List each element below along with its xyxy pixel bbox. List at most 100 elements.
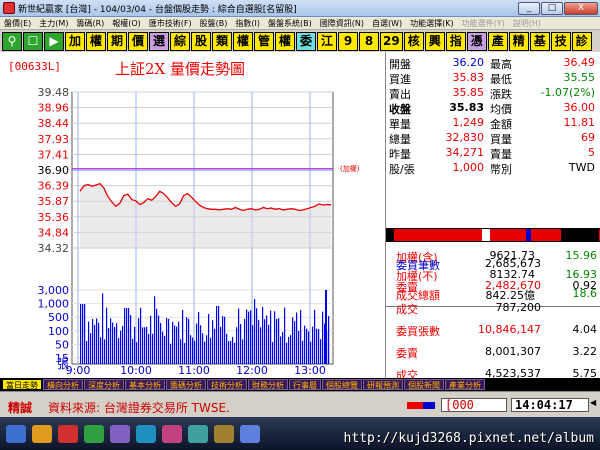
app-taskbar-icon[interactable]	[214, 425, 234, 443]
toolbar-button[interactable]: 綜	[170, 31, 190, 51]
volume-bar	[184, 343, 186, 364]
volume-bar	[262, 307, 264, 364]
menu-item[interactable]: 匯市技術(F)	[145, 18, 196, 29]
menu-item[interactable]: 籌碼(R)	[72, 18, 108, 29]
menu-item[interactable]: 股盤(B)	[196, 18, 232, 29]
order-stat-extra: 0.92	[572, 279, 598, 292]
toolbar-button[interactable]: 管	[254, 31, 274, 51]
analysis-tab[interactable]: 產業分析	[445, 379, 485, 390]
window-icon[interactable]: ☐	[23, 31, 43, 51]
analysis-tab[interactable]: 深度分析	[84, 379, 124, 390]
minimize-button[interactable]: _	[518, 1, 540, 15]
play-icon[interactable]: ▶	[44, 31, 64, 51]
toolbar-button[interactable]: 加	[65, 31, 85, 51]
toolbar-button[interactable]: 憑	[466, 31, 487, 51]
quote-label: 金額	[490, 118, 512, 131]
toolbar-button[interactable]: 29	[380, 31, 403, 51]
volume-bar	[152, 333, 154, 364]
volume-bar	[168, 318, 170, 364]
price-volume-chart: 39.48 38.96 38.44 37.93 37.41 36.90 36.39 35.87…	[38, 86, 334, 377]
app-taskbar-icon[interactable]	[58, 425, 78, 443]
order-stat-row: 委買筆數 2,685,673	[386, 255, 600, 273]
search-icon[interactable]: ⚲	[2, 31, 22, 51]
app-taskbar-icon[interactable]	[188, 425, 208, 443]
menu-item[interactable]: 報權(O)	[108, 18, 145, 29]
quote-row: 開盤 36.20 最高 36.49	[386, 56, 600, 71]
toolbar-button[interactable]: 9	[338, 31, 358, 51]
toolbar-button[interactable]: 核	[403, 31, 424, 51]
toolbar-button[interactable]: 權	[86, 31, 106, 51]
app-taskbar-icon[interactable]	[240, 425, 260, 443]
analysis-tab[interactable]: 橫向分析	[43, 379, 83, 390]
quote-value: -1.07(2%)	[540, 86, 596, 99]
toolbar-button[interactable]: 價	[128, 31, 148, 51]
stock-code[interactable]: [00633L]	[8, 60, 61, 73]
toolbar-button[interactable]: 股	[191, 31, 211, 51]
price-tick-label: 35.87	[38, 195, 70, 208]
app-taskbar-icon[interactable]	[110, 425, 130, 443]
volume-ratio-bar	[386, 228, 600, 242]
analysis-tab[interactable]: 技術分析	[207, 379, 247, 390]
toolbar-button[interactable]: 指	[445, 31, 466, 51]
quote-label: 股/張	[389, 163, 415, 176]
toolbar-button[interactable]: 產	[487, 31, 508, 51]
toolbar-button[interactable]: 江	[317, 31, 337, 51]
start-icon[interactable]	[6, 425, 26, 443]
toolbar-button[interactable]: 期	[107, 31, 127, 51]
command-input[interactable]: [000	[441, 398, 507, 412]
toolbar-button[interactable]: 診	[571, 31, 592, 51]
scroll-arrow-icon[interactable]: ◀	[590, 398, 598, 412]
toolbar-button[interactable]: 權	[275, 31, 295, 51]
menu-item[interactable]: 功能選件(Y)	[458, 18, 509, 29]
toolbar-button[interactable]: 類	[212, 31, 232, 51]
volume-bar	[314, 309, 316, 364]
app-taskbar-icon[interactable]	[84, 425, 104, 443]
volume-bar	[288, 337, 290, 364]
menu-item[interactable]: 指數(I)	[231, 18, 264, 29]
menu-item[interactable]: 盤價(E)	[0, 18, 35, 29]
quote-row: 賣出 35.85 漲跌 -1.07(2%)	[386, 86, 600, 101]
price-tick-label: 37.93	[38, 133, 70, 146]
analysis-tab[interactable]: 財務分析	[248, 379, 288, 390]
volume-bar	[84, 304, 86, 364]
toolbar-button[interactable]: 基	[529, 31, 550, 51]
analysis-tab[interactable]: 行事曆	[289, 379, 321, 390]
toolbar-button[interactable]: 選	[149, 31, 169, 51]
close-button[interactable]: X	[564, 1, 598, 15]
folder-icon[interactable]	[32, 425, 52, 443]
analysis-tab[interactable]: 籌碼分析	[166, 379, 206, 390]
app-taskbar-icon[interactable]	[136, 425, 156, 443]
volume-tick-label: 100	[48, 325, 69, 338]
volume-bar	[240, 323, 242, 364]
analysis-tab[interactable]: 個股新聞	[404, 379, 444, 390]
quote-value: 36.20	[452, 56, 485, 69]
menu-item[interactable]: 國際資訊(N)	[316, 18, 368, 29]
volume-bar	[308, 331, 310, 364]
volume-bar	[306, 328, 308, 364]
volume-bar	[254, 299, 256, 364]
quote-value: 35.83	[452, 71, 485, 84]
analysis-tab[interactable]: 研報預測	[363, 379, 403, 390]
toolbar-button[interactable]: 委	[296, 31, 316, 51]
order-stat-row: 委賣 8,001,307 3.22	[386, 343, 600, 361]
volume-bar	[102, 293, 104, 364]
toolbar-button[interactable]: 技	[550, 31, 571, 51]
analysis-tab[interactable]: 基本分析	[125, 379, 165, 390]
menu-item[interactable]: 說明(H)	[509, 18, 545, 29]
quote-value: 5	[588, 146, 595, 159]
menu-item[interactable]: 主力(M)	[35, 18, 72, 29]
volume-bar	[290, 335, 292, 364]
analysis-tab[interactable]: 個股總覽	[322, 379, 362, 390]
toolbar-button[interactable]: 精	[508, 31, 529, 51]
volume-bar	[166, 317, 168, 364]
menu-item[interactable]: 自選(W)	[368, 18, 406, 29]
analysis-tab[interactable]: 當日走勢	[2, 379, 42, 390]
title-bar: 新世紀贏家 [台灣] - 104/03/04 - 台盤個股走勢 : 綜合自選股[…	[0, 0, 600, 17]
toolbar-button[interactable]: 興	[424, 31, 445, 51]
app-taskbar-icon[interactable]	[162, 425, 182, 443]
menu-item[interactable]: 功能選擇(K)	[406, 18, 458, 29]
toolbar-button[interactable]: 權	[233, 31, 253, 51]
maximize-button[interactable]: □	[541, 1, 563, 15]
menu-item[interactable]: 盤盤系統(B)	[264, 18, 316, 29]
toolbar-button[interactable]: 8	[359, 31, 379, 51]
